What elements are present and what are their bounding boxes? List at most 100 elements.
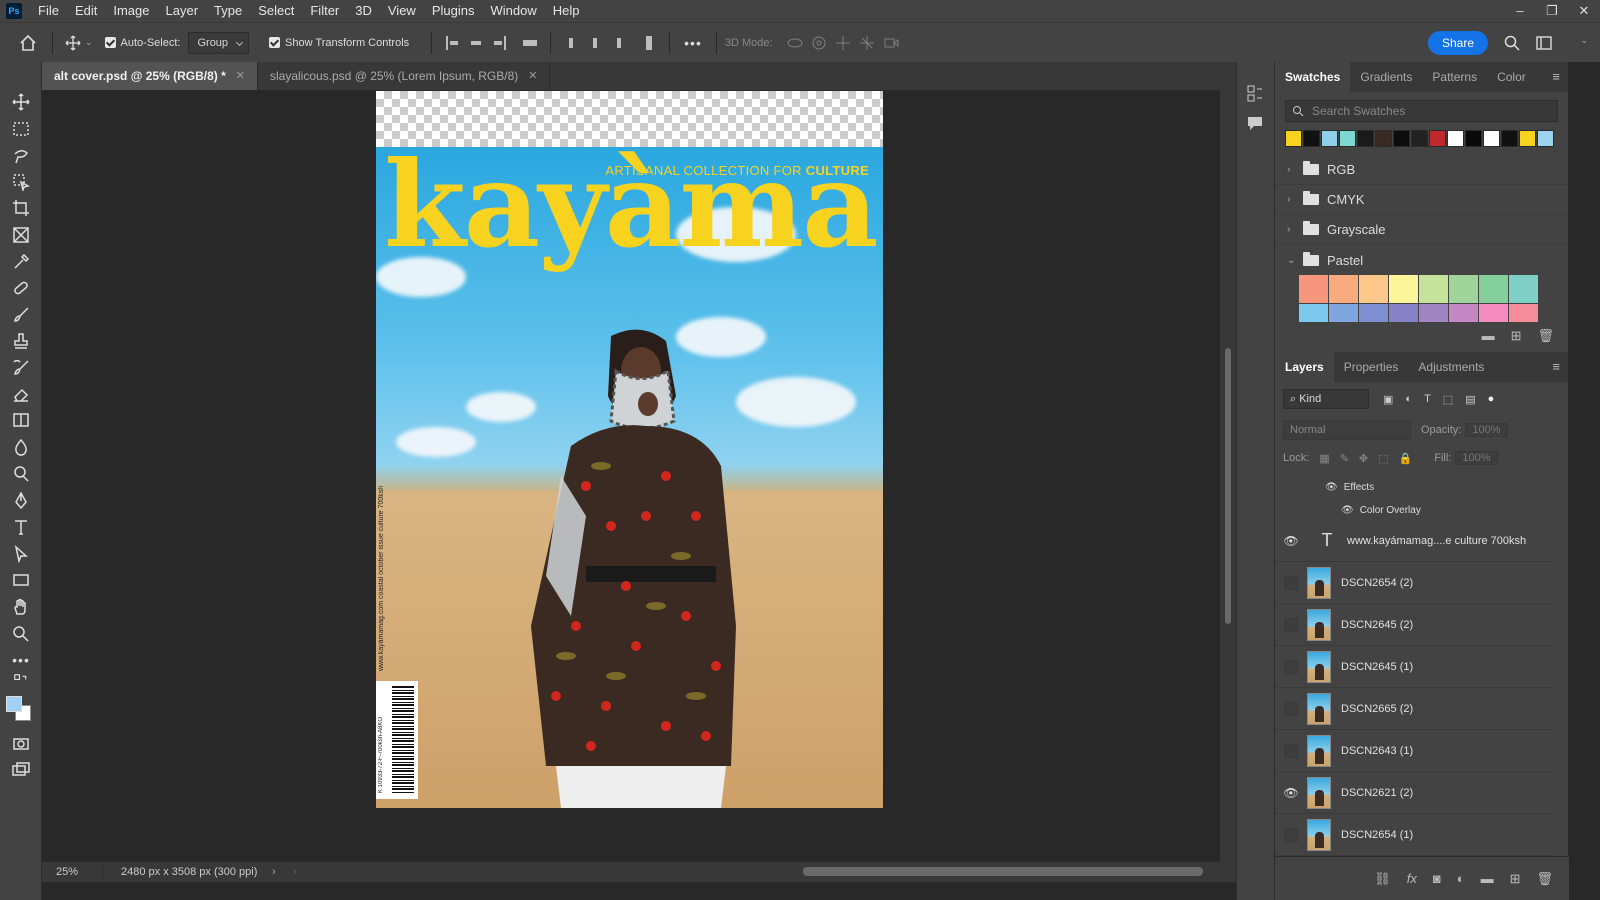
- type-tool-icon[interactable]: [7, 515, 35, 539]
- move-tool-preset-icon[interactable]: [61, 31, 85, 55]
- scale-3d-icon[interactable]: [879, 31, 903, 55]
- visibility-toggle[interactable]: [1284, 617, 1298, 632]
- history-icon[interactable]: [1246, 84, 1264, 107]
- search-swatches-field[interactable]: Search Swatches: [1285, 100, 1558, 122]
- pastel-swatch[interactable]: [1419, 275, 1448, 303]
- pastel-swatch[interactable]: [1329, 275, 1358, 303]
- swap-colors-icon[interactable]: [7, 672, 35, 690]
- tab-color[interactable]: Color: [1487, 62, 1536, 92]
- pastel-swatch[interactable]: [1449, 304, 1478, 322]
- layer-row[interactable]: DSCN2645 (1): [1275, 646, 1555, 688]
- recent-swatch[interactable]: [1357, 130, 1374, 147]
- chevron-down-icon[interactable]: ⌄: [85, 37, 93, 48]
- delete-layer-icon[interactable]: 🗑: [1536, 871, 1553, 887]
- lock-pixels-icon[interactable]: ✎: [1340, 452, 1349, 465]
- filter-type-icon[interactable]: T: [1424, 393, 1431, 405]
- recent-swatch[interactable]: [1411, 130, 1428, 147]
- layers-list[interactable]: 👁 Effects 👁 Color Overlay 👁 T www.kayámama…: [1275, 478, 1555, 856]
- tab-alt-cover[interactable]: alt cover.psd @ 25% (RGB/8) * ✕: [42, 62, 258, 90]
- horizontal-scrollbar[interactable]: [297, 862, 1236, 882]
- align-middle-v-icon[interactable]: [583, 31, 607, 55]
- tab-swatches[interactable]: Swatches: [1275, 61, 1351, 92]
- visibility-toggle[interactable]: [1284, 701, 1298, 716]
- slide-3d-icon[interactable]: [855, 31, 879, 55]
- lasso-tool-icon[interactable]: [7, 144, 35, 168]
- comments-icon[interactable]: [1246, 114, 1264, 135]
- home-icon[interactable]: [16, 31, 40, 55]
- screen-mode-icon[interactable]: [7, 758, 35, 782]
- lock-transparency-icon[interactable]: ▦: [1319, 452, 1329, 465]
- distribute-vertical-icon[interactable]: [518, 31, 542, 55]
- orbit-3d-icon[interactable]: [783, 31, 807, 55]
- menu-image[interactable]: Image: [105, 0, 157, 22]
- pastel-swatch[interactable]: [1299, 304, 1328, 322]
- layer-row-type[interactable]: 👁 T www.kayámamag....e culture 700ksh: [1275, 520, 1555, 562]
- swatch-group-cmyk[interactable]: › CMYK: [1275, 185, 1568, 215]
- layer-row[interactable]: 👁 DSCN2621 (2): [1275, 772, 1555, 814]
- recent-swatch[interactable]: [1447, 130, 1464, 147]
- document-canvas[interactable]: kayàma ARTISANAL COLLECTION FOR CULTURE …: [376, 91, 883, 808]
- eyedropper-tool-icon[interactable]: [7, 250, 35, 274]
- menu-window[interactable]: Window: [482, 0, 544, 22]
- status-expand-icon[interactable]: ›: [272, 866, 276, 878]
- pastel-swatch[interactable]: [1389, 304, 1418, 322]
- distribute-horizontal-icon[interactable]: [637, 31, 661, 55]
- adjustment-layer-icon[interactable]: ◐: [1457, 871, 1465, 886]
- menu-3d[interactable]: 3D: [347, 0, 380, 22]
- menu-select[interactable]: Select: [250, 0, 302, 22]
- eraser-tool-icon[interactable]: [7, 382, 35, 406]
- recent-swatch[interactable]: [1465, 130, 1482, 147]
- lock-position-icon[interactable]: ✥: [1359, 452, 1368, 465]
- pastel-swatch[interactable]: [1479, 304, 1508, 322]
- crop-tool-icon[interactable]: [7, 196, 35, 220]
- opacity-field[interactable]: 100%: [1465, 423, 1508, 437]
- menu-view[interactable]: View: [380, 0, 424, 22]
- healing-brush-tool-icon[interactable]: [7, 276, 35, 300]
- effects-row[interactable]: 👁 Effects: [1325, 482, 1374, 493]
- recent-swatch[interactable]: [1519, 130, 1536, 147]
- lock-all-icon[interactable]: 🔒: [1399, 452, 1413, 465]
- pastel-swatch[interactable]: [1359, 304, 1388, 322]
- tab-adjustments[interactable]: Adjustments: [1408, 352, 1494, 382]
- vertical-scrollbar[interactable]: [1220, 90, 1236, 862]
- marquee-tool-icon[interactable]: [7, 117, 35, 141]
- delete-swatch-icon[interactable]: 🗑: [1537, 328, 1554, 344]
- tab-slayalicous[interactable]: slayalicous.psd @ 25% (Lorem Ipsum, RGB/…: [258, 62, 551, 90]
- layer-row[interactable]: DSCN2643 (1): [1275, 730, 1555, 772]
- history-brush-tool-icon[interactable]: [7, 356, 35, 380]
- recent-swatch[interactable]: [1537, 130, 1554, 147]
- pastel-swatch[interactable]: [1389, 275, 1418, 303]
- quick-mask-icon[interactable]: [7, 732, 35, 756]
- menu-file[interactable]: File: [30, 0, 67, 22]
- blend-mode-dropdown[interactable]: Normal: [1283, 420, 1411, 440]
- filter-kind-dropdown[interactable]: ⌕ Kind: [1283, 389, 1369, 409]
- new-layer-icon[interactable]: ⊞: [1510, 871, 1521, 887]
- zoom-level[interactable]: 25%: [42, 866, 102, 878]
- align-left-icon[interactable]: [440, 31, 464, 55]
- pastel-swatch[interactable]: [1509, 304, 1538, 322]
- visibility-toggle[interactable]: [1284, 743, 1298, 758]
- eye-icon[interactable]: 👁: [1275, 534, 1307, 548]
- eye-icon[interactable]: 👁: [1341, 505, 1354, 516]
- recent-swatch[interactable]: [1321, 130, 1338, 147]
- move-tool-icon[interactable]: [7, 90, 35, 114]
- menu-plugins[interactable]: Plugins: [424, 0, 483, 22]
- recent-swatch[interactable]: [1429, 130, 1446, 147]
- pan-3d-icon[interactable]: [831, 31, 855, 55]
- brush-tool-icon[interactable]: [7, 303, 35, 327]
- filter-toggle-icon[interactable]: ●: [1488, 393, 1495, 405]
- recent-swatch[interactable]: [1375, 130, 1392, 147]
- auto-select-dropdown[interactable]: Group: [188, 31, 250, 54]
- search-icon[interactable]: [1500, 31, 1524, 55]
- recent-swatch[interactable]: [1501, 130, 1518, 147]
- swatch-group-rgb[interactable]: › RGB: [1275, 155, 1568, 185]
- new-group-icon[interactable]: ▬: [1482, 328, 1495, 344]
- filter-shape-icon[interactable]: ⬚: [1443, 393, 1453, 406]
- more-options-icon[interactable]: •••: [684, 35, 702, 51]
- restore-button[interactable]: ❐: [1536, 0, 1568, 22]
- filter-adjustment-icon[interactable]: ◐: [1405, 393, 1412, 405]
- filter-pixel-icon[interactable]: ▣: [1383, 393, 1393, 406]
- menu-edit[interactable]: Edit: [67, 0, 105, 22]
- lock-artboard-icon[interactable]: ⬚: [1378, 452, 1388, 465]
- path-selection-tool-icon[interactable]: [7, 542, 35, 566]
